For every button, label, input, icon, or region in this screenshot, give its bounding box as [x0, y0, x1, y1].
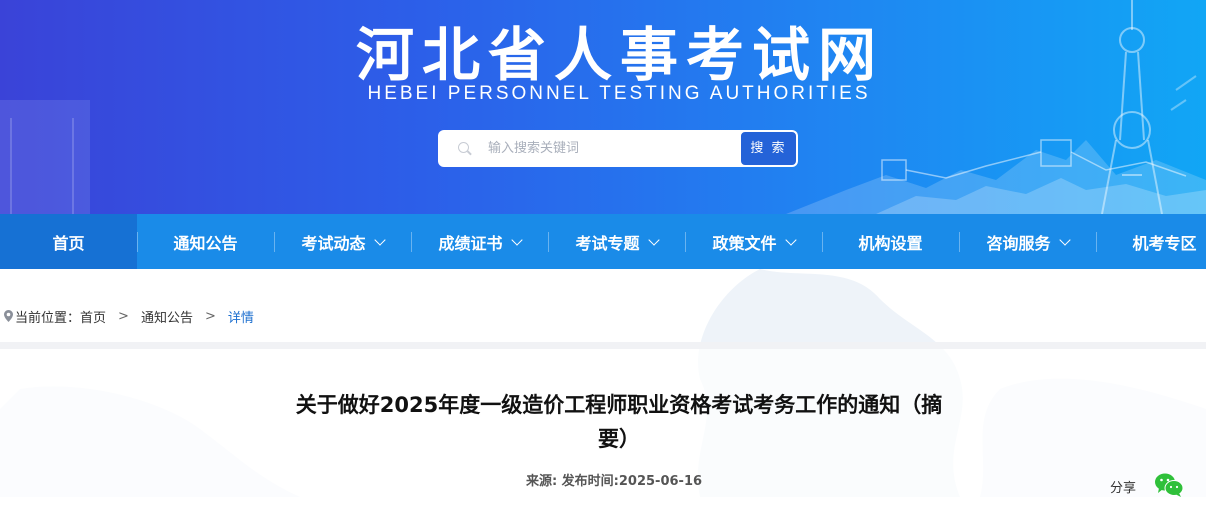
nav-item-label: 首页	[52, 233, 85, 253]
chevron-down-icon	[510, 233, 523, 246]
nav-item-exam-news[interactable]: 考试动态	[274, 214, 411, 269]
site-subtitle: HEBEI PERSONNEL TESTING AUTHORITIES	[367, 83, 871, 104]
nav-item-label: 机考专区	[1132, 233, 1197, 253]
chevron-down-icon	[784, 233, 797, 246]
nav-item-label: 通知公告	[173, 233, 238, 253]
nav-item-label: 咨询服务	[986, 233, 1051, 253]
search-button[interactable]: 搜 索	[740, 131, 797, 166]
nav-item-exam-topics[interactable]: 考试专题	[548, 214, 685, 269]
nav-item-consulting[interactable]: 咨询服务	[959, 214, 1096, 269]
nav-item-label: 政策文件	[712, 233, 777, 253]
nav-item-scores-certificates[interactable]: 成绩证书	[411, 214, 548, 269]
nav-item-home[interactable]: 首页	[0, 214, 137, 269]
site-title: 河北省人事考试网	[355, 21, 884, 89]
breadcrumb: 当前位置： 首页 > 通知公告 > 详情	[4, 306, 254, 326]
chevron-down-icon	[373, 233, 386, 246]
search-input[interactable]	[480, 130, 730, 167]
nav-item-label: 成绩证书	[438, 233, 503, 253]
breadcrumb-prefix: 当前位置：	[15, 310, 81, 326]
article-title: 关于做好2025年度一级造价工程师职业资格考试考务工作的通知（摘要）	[295, 393, 943, 451]
nav-item-label: 考试专题	[575, 233, 640, 253]
header-banner: 河北省人事考试网 HEBEI PERSONNEL TESTING AUTHORI…	[0, 0, 1206, 214]
location-pin-icon	[4, 310, 13, 322]
breadcrumb-separator: >	[118, 308, 129, 324]
chevron-down-icon	[647, 233, 660, 246]
article-meta: 来源: 发布时间:2025-06-16	[525, 474, 703, 489]
breadcrumb-link-home[interactable]: 首页	[80, 307, 106, 326]
chevron-down-icon	[1058, 233, 1071, 246]
nav-item-organization[interactable]: 机构设置	[822, 214, 959, 269]
breadcrumb-current: 详情	[227, 310, 254, 326]
nav-item-computer-exam[interactable]: 机考专区	[1096, 214, 1206, 269]
nav-item-policy-documents[interactable]: 政策文件	[685, 214, 822, 269]
breadcrumb-link-notices[interactable]: 通知公告	[141, 307, 193, 326]
nav-item-notices[interactable]: 通知公告	[137, 214, 274, 269]
breadcrumb-separator: >	[204, 308, 216, 324]
search-box: 搜 索	[438, 130, 798, 167]
building-decoration	[0, 100, 90, 214]
search-icon	[458, 142, 469, 153]
main-nav: 首页 通知公告 考试动态 成绩证书 考试专题 政策文件 机构设置 咨询服务 机考…	[0, 214, 1206, 269]
wechat-icon[interactable]	[1154, 472, 1184, 497]
share-label: 分享	[1110, 481, 1137, 496]
nav-item-label: 考试动态	[301, 233, 366, 253]
nav-item-label: 机构设置	[858, 233, 923, 253]
